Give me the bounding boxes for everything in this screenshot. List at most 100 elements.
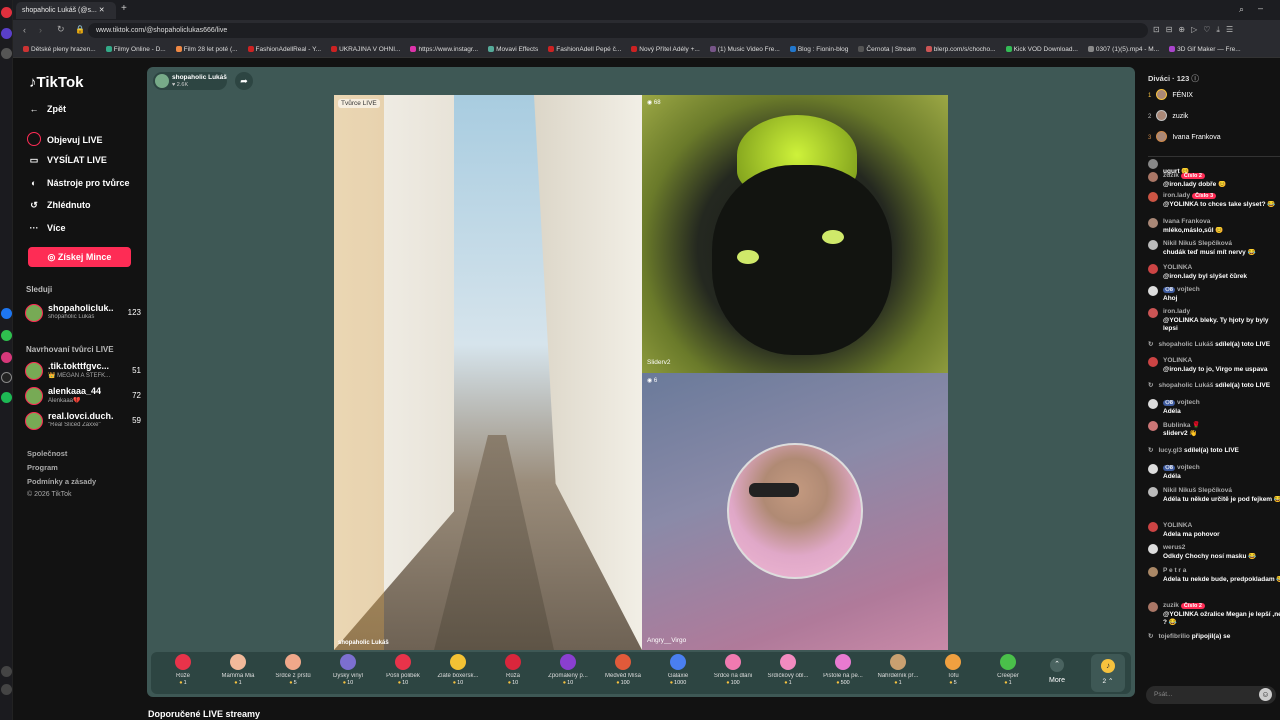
bookmark-favicon-icon: [1005, 46, 1012, 52]
go-live-link[interactable]: ▭ VYSÍLAT LIVE: [27, 155, 107, 166]
building-left-trim: [334, 95, 384, 650]
history-icon[interactable]: [1, 684, 12, 695]
share-button[interactable]: ➦: [235, 72, 253, 90]
spotify-icon[interactable]: [1, 392, 12, 403]
viewer-count: 123: [127, 308, 141, 317]
top-viewer[interactable]: 1 FÉNIX: [1148, 89, 1193, 100]
footer-company[interactable]: Společnost: [27, 449, 67, 458]
bookmark-item[interactable]: Movavi Effects: [488, 46, 538, 53]
bookmark-item[interactable]: FashionAdellReal - Y...: [247, 46, 321, 53]
tiktok-logo[interactable]: ♪TikTok: [29, 74, 83, 91]
bookmark-label: Dětské pleny hrazen...: [31, 46, 96, 53]
gift-item[interactable]: Pistole na pe...500: [817, 652, 869, 692]
avatar: [1148, 159, 1158, 169]
avatar: [1156, 89, 1168, 100]
heart-icon[interactable]: [1, 666, 12, 677]
gift-item[interactable]: Tofu5: [927, 652, 979, 692]
chat-username: werus2: [1163, 544, 1186, 551]
gift-item[interactable]: Galaxie1000: [652, 652, 704, 692]
bookmark-item[interactable]: Dětské pleny hrazen...: [23, 46, 96, 53]
bookmark-item[interactable]: Film 28 let poté (...: [175, 46, 238, 53]
bookmark-item[interactable]: blerp.com/s/chocho...: [925, 46, 996, 53]
get-coins-button[interactable]: ◎ Získej Mince: [28, 247, 131, 267]
gift-item[interactable]: Medvěd Míša100: [597, 652, 649, 692]
emoji-icon[interactable]: ☺: [1259, 688, 1272, 701]
gift-item[interactable]: Dyský vinyl10: [322, 652, 374, 692]
share-icon: ↻: [1148, 341, 1154, 348]
bookmark-item[interactable]: FashionAdell Pepé č...: [548, 46, 621, 53]
whatsapp-icon[interactable]: [1, 330, 12, 341]
bookmark-item[interactable]: Kick VOD Download...: [1005, 46, 1078, 53]
tiktok-icon[interactable]: [1, 372, 12, 383]
bookmark-item[interactable]: Filmy Online - D...: [105, 46, 166, 53]
url-input[interactable]: www.tiktok.com/@shopaholiclukas666/live: [88, 23, 1148, 38]
chat-input[interactable]: Psát... ☺: [1146, 686, 1276, 704]
forward-icon[interactable]: ›: [39, 25, 42, 35]
gift-item[interactable]: Srdíčkový obl...1: [762, 652, 814, 692]
bookmark-item[interactable]: 3D Gif Maker — Fre...: [1169, 46, 1241, 53]
coin-balance-button[interactable]: ♪ 2 ⌃: [1091, 654, 1125, 692]
chat-text: sliderv2 👋: [1163, 430, 1198, 437]
info-icon[interactable]: ⓘ: [1191, 74, 1199, 83]
explore-live-link[interactable]: Objevuj LIVE: [27, 132, 103, 146]
bookmark-item[interactable]: Černota | Stream: [858, 46, 916, 53]
instagram-icon[interactable]: [1, 352, 12, 363]
aria-icon[interactable]: [1, 28, 12, 39]
back-icon[interactable]: ‹: [23, 25, 26, 35]
chat-username: ⚇8 vojtech: [1163, 464, 1200, 471]
gift-item[interactable]: Zpomalený p...10: [542, 652, 594, 692]
gift-item[interactable]: Srdce na dlani100: [707, 652, 759, 692]
recommended-title: Doporučené LIVE streamy: [148, 709, 261, 719]
chat-messages[interactable]: ugurt 😊 zuzik Číslo 2 @iron.lady dobře 😊 iro…: [1140, 159, 1280, 679]
minimize-icon[interactable]: –: [1258, 3, 1263, 13]
guest2-video-tile[interactable]: ◉ 6 Angry__Virgo: [642, 373, 948, 650]
bookmark-item[interactable]: https://www.instagr...: [410, 46, 478, 53]
reload-icon[interactable]: ↻: [57, 24, 65, 35]
gift-item[interactable]: Růža10: [487, 652, 539, 692]
bookmark-item[interactable]: Blog : Fionin-blog: [789, 46, 848, 53]
creator-tools-link[interactable]: ◐ Nástroje pro tvůrce: [27, 178, 129, 188]
bookmark-item[interactable]: (1) Music Video Fre...: [709, 46, 780, 53]
bookmark-item[interactable]: UKRAJINA V OHNI...: [331, 46, 400, 53]
gift-icon: [505, 654, 521, 670]
more-gifts-button[interactable]: ⌃ More: [1043, 658, 1071, 684]
gift-label: Srdce na dlani: [713, 673, 753, 679]
gift-item[interactable]: Zlaté boxersk...10: [432, 652, 484, 692]
footer-terms[interactable]: Podmínky a zásady: [27, 477, 96, 486]
avatar: [25, 387, 43, 405]
footer-program[interactable]: Program: [27, 463, 58, 472]
close-icon[interactable]: ✕: [99, 7, 105, 14]
toolbar-icons[interactable]: ⊡⊟⊕▷♡⤓☰: [1153, 25, 1239, 35]
suggested-account[interactable]: alenkaaa_44 Alenkaaa💔 72: [25, 385, 147, 409]
new-tab-icon[interactable]: +: [121, 3, 127, 14]
host-video-tile[interactable]: Tvůrce LIVE shopaholic Lukáš: [334, 95, 642, 650]
search-icon[interactable]: ⌕: [1239, 4, 1244, 15]
gift-item[interactable]: Růže1: [157, 652, 209, 692]
top-viewer[interactable]: 2 zuzik: [1148, 110, 1188, 121]
more-link[interactable]: ··· Více: [27, 223, 66, 233]
gift-item[interactable]: Náhrdelník př...1: [872, 652, 924, 692]
suggested-account[interactable]: real.lovci.duch... "Real Sliced Zaxxe" 59: [25, 410, 147, 434]
bookmark-favicon-icon: [1087, 46, 1094, 52]
video-grid[interactable]: Tvůrce LIVE shopaholic Lukáš ◉ 68 Slider…: [334, 95, 948, 650]
chat-text: @YOLINKA bleky. Ty hjoty by byly lepsi: [1163, 317, 1269, 332]
camera-icon: ▭: [29, 155, 39, 165]
suggested-account[interactable]: .tik.tokttfgvc... 👑 MEGAN A ŠTEFK... 51: [25, 360, 147, 384]
gift-price: 10: [487, 680, 539, 686]
messenger-icon[interactable]: [1, 308, 12, 319]
tab-tiktok[interactable]: shopaholic Lukáš (@s... ✕: [16, 2, 116, 19]
bookmark-item[interactable]: Nový Přítel Adély +...: [631, 46, 700, 53]
back-link[interactable]: ← Zpět: [27, 104, 67, 114]
home-icon[interactable]: [1, 48, 12, 59]
opera-icon[interactable]: [1, 7, 12, 18]
watched-link[interactable]: ↺ Zhlédnuto: [27, 200, 90, 211]
gift-item[interactable]: Pošli polibek10: [377, 652, 429, 692]
host-info[interactable]: shopaholic Lukáš ♥ 2.6K: [153, 72, 227, 90]
top-viewer[interactable]: 3 Ivana Frankova: [1148, 131, 1221, 142]
following-account[interactable]: shopaholicluk... shopaholic Lukáš 123: [25, 302, 147, 326]
gift-item[interactable]: Mamma Mia1: [212, 652, 264, 692]
gift-item[interactable]: Creeper1: [982, 652, 1034, 692]
guest1-video-tile[interactable]: ◉ 68 Sliderv2: [642, 95, 948, 373]
bookmark-item[interactable]: 0307 (1)(5).mp4 - M...: [1087, 46, 1159, 53]
gift-item[interactable]: Srdce z prstů5: [267, 652, 319, 692]
